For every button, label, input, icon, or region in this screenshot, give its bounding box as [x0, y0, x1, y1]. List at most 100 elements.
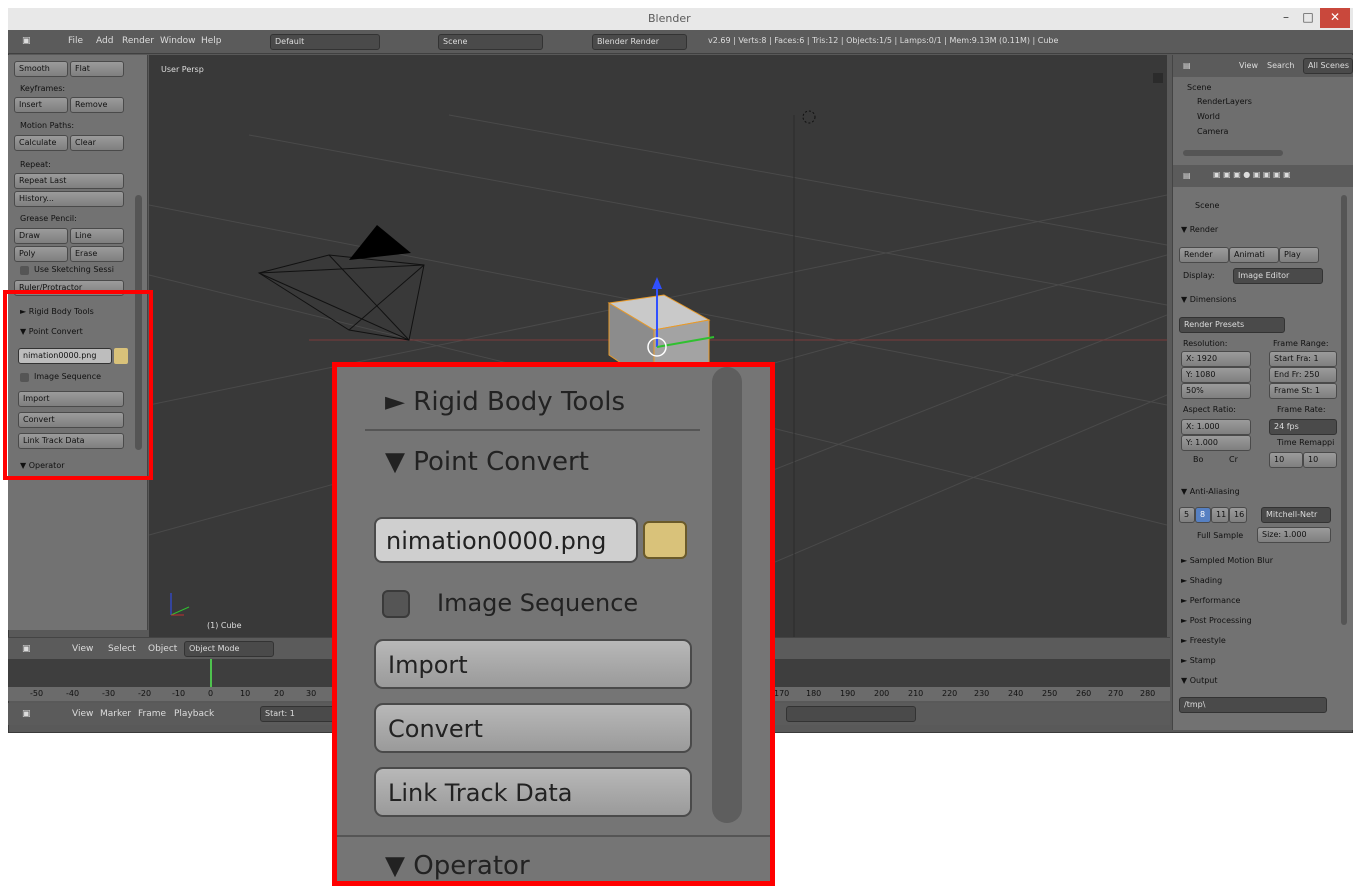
- viewport-corner-widget[interactable]: [1153, 73, 1163, 83]
- outliner-world-item[interactable]: World: [1197, 112, 1220, 121]
- play-button[interactable]: Play: [1279, 247, 1319, 263]
- display-select[interactable]: Image Editor: [1233, 268, 1323, 284]
- z-arrow-icon[interactable]: [652, 277, 662, 289]
- flat-button[interactable]: Flat: [70, 61, 124, 77]
- menu-add[interactable]: Add: [96, 36, 113, 46]
- info-editor-icon[interactable]: ▣: [22, 36, 31, 46]
- outliner-search-menu[interactable]: Search: [1267, 61, 1294, 70]
- dimensions-panel-header[interactable]: ▼ Dimensions: [1181, 295, 1236, 304]
- animation-button[interactable]: Animati: [1229, 247, 1279, 263]
- aa-sample-16[interactable]: 16: [1229, 507, 1247, 523]
- draw-button[interactable]: Draw: [14, 228, 68, 244]
- start-frame-field[interactable]: Start: 1: [260, 706, 340, 722]
- zoom-file-path-field[interactable]: nimation0000.png: [374, 517, 638, 563]
- insert-keyframe-button[interactable]: Insert: [14, 97, 68, 113]
- timeline-playback-menu[interactable]: Playback: [174, 709, 214, 719]
- filter-size-field[interactable]: Size: 1.000: [1257, 527, 1331, 543]
- object-mode-select[interactable]: Object Mode: [184, 641, 274, 657]
- line-button[interactable]: Line: [70, 228, 124, 244]
- render-panel-header[interactable]: ▼ Render: [1181, 225, 1218, 234]
- zoom-point-convert-header[interactable]: ▼ Point Convert: [385, 447, 589, 477]
- border-checkbox[interactable]: Bo: [1193, 455, 1203, 464]
- resolution-percent-field[interactable]: 50%: [1181, 383, 1251, 399]
- keying-set-field[interactable]: [786, 706, 916, 722]
- 3d-select-menu[interactable]: Select: [108, 644, 136, 654]
- menu-file[interactable]: File: [68, 36, 83, 46]
- render-engine-select[interactable]: Blender Render: [592, 34, 687, 50]
- smooth-button[interactable]: Smooth: [14, 61, 68, 77]
- camera-object[interactable]: [257, 254, 425, 341]
- 3d-view-menu[interactable]: View: [72, 644, 93, 654]
- aa-filter-select[interactable]: Mitchell-Netr: [1261, 507, 1331, 523]
- menu-render[interactable]: Render: [122, 36, 154, 46]
- resolution-y-field[interactable]: Y: 1080: [1181, 367, 1251, 383]
- zoom-link-track-data-button[interactable]: Link Track Data: [374, 767, 692, 817]
- zoom-import-button[interactable]: Import: [374, 639, 692, 689]
- clear-button[interactable]: Clear: [70, 135, 124, 151]
- current-frame-marker[interactable]: [210, 659, 212, 687]
- 3d-view-editor-icon[interactable]: ▣: [22, 644, 31, 654]
- sampled-motion-blur-header[interactable]: ► Sampled Motion Blur: [1181, 556, 1273, 565]
- aspect-x-field[interactable]: X: 1.000: [1181, 419, 1251, 435]
- zoom-rigid-body-header[interactable]: ► Rigid Body Tools: [385, 387, 625, 417]
- outliner-scene-item[interactable]: Scene: [1187, 83, 1211, 92]
- history-button[interactable]: History...: [14, 191, 124, 207]
- 3d-object-menu[interactable]: Object: [148, 644, 177, 654]
- lamp-icon[interactable]: [802, 110, 816, 124]
- remove-keyframe-button[interactable]: Remove: [70, 97, 124, 113]
- shading-header[interactable]: ► Shading: [1181, 576, 1222, 585]
- performance-header[interactable]: ► Performance: [1181, 596, 1240, 605]
- resolution-x-field[interactable]: X: 1920: [1181, 351, 1251, 367]
- aa-sample-5[interactable]: 5: [1179, 507, 1195, 523]
- zoom-convert-button[interactable]: Convert: [374, 703, 692, 753]
- timeline-frame-menu[interactable]: Frame: [138, 709, 166, 719]
- crop-checkbox[interactable]: Cr: [1229, 455, 1238, 464]
- frame-step-field[interactable]: Frame St: 1: [1269, 383, 1337, 399]
- outliner-icon[interactable]: ▤: [1183, 61, 1191, 70]
- zoom-image-sequence-checkbox[interactable]: [382, 590, 410, 618]
- anti-aliasing-panel-header[interactable]: ▼ Anti-Aliasing: [1181, 487, 1240, 496]
- minimize-icon[interactable]: –: [1276, 8, 1296, 28]
- output-header[interactable]: ▼ Output: [1181, 676, 1217, 685]
- outliner-camera-item[interactable]: Camera: [1197, 127, 1228, 136]
- outliner-renderlayers-item[interactable]: RenderLayers: [1197, 97, 1252, 106]
- menu-window[interactable]: Window: [160, 36, 196, 46]
- aa-sample-11[interactable]: 11: [1211, 507, 1229, 523]
- poly-button[interactable]: Poly: [14, 246, 68, 262]
- render-presets-select[interactable]: Render Presets: [1179, 317, 1285, 333]
- render-button[interactable]: Render: [1179, 247, 1229, 263]
- full-sample-checkbox[interactable]: Full Sample: [1197, 531, 1243, 540]
- fps-select[interactable]: 24 fps: [1269, 419, 1337, 435]
- time-remap-new-field[interactable]: 10: [1303, 452, 1337, 468]
- timeline-marker-menu[interactable]: Marker: [100, 709, 131, 719]
- zoom-scrollbar[interactable]: [712, 367, 742, 823]
- outliner-scrollbar[interactable]: [1183, 150, 1283, 156]
- frame-start-field[interactable]: Start Fra: 1: [1269, 351, 1337, 367]
- freestyle-header[interactable]: ► Freestyle: [1181, 636, 1226, 645]
- erase-button[interactable]: Erase: [70, 246, 124, 262]
- output-path-field[interactable]: /tmp\: [1179, 697, 1327, 713]
- use-sketching-checkbox[interactable]: [20, 266, 29, 275]
- calculate-button[interactable]: Calculate: [14, 135, 68, 151]
- outliner-display-select[interactable]: All Scenes: [1303, 58, 1353, 74]
- timeline-editor-icon[interactable]: ▣: [22, 709, 31, 719]
- properties-tabs[interactable]: ▣ ▣ ▣ ● ▣ ▣ ▣ ▣: [1213, 170, 1291, 179]
- maximize-icon[interactable]: □: [1298, 8, 1318, 28]
- scene-select[interactable]: Scene: [438, 34, 543, 50]
- aa-sample-8[interactable]: 8: [1195, 507, 1211, 523]
- zoom-operator-header[interactable]: ▼ Operator: [385, 851, 530, 881]
- menu-help[interactable]: Help: [201, 36, 222, 46]
- stamp-header[interactable]: ► Stamp: [1181, 656, 1216, 665]
- time-remap-old-field[interactable]: 10: [1269, 452, 1303, 468]
- zoom-folder-icon[interactable]: [643, 521, 687, 559]
- repeat-last-button[interactable]: Repeat Last: [14, 173, 124, 189]
- close-icon[interactable]: ✕: [1320, 8, 1350, 28]
- screen-layout-select[interactable]: Default: [270, 34, 380, 50]
- post-processing-header[interactable]: ► Post Processing: [1181, 616, 1252, 625]
- frame-end-field[interactable]: End Fr: 250: [1269, 367, 1337, 383]
- properties-icon[interactable]: ▤: [1183, 171, 1191, 180]
- aspect-y-field[interactable]: Y: 1.000: [1181, 435, 1251, 451]
- timeline-view-menu[interactable]: View: [72, 709, 93, 719]
- properties-scrollbar[interactable]: [1341, 195, 1347, 625]
- outliner-view-menu[interactable]: View: [1239, 61, 1258, 70]
